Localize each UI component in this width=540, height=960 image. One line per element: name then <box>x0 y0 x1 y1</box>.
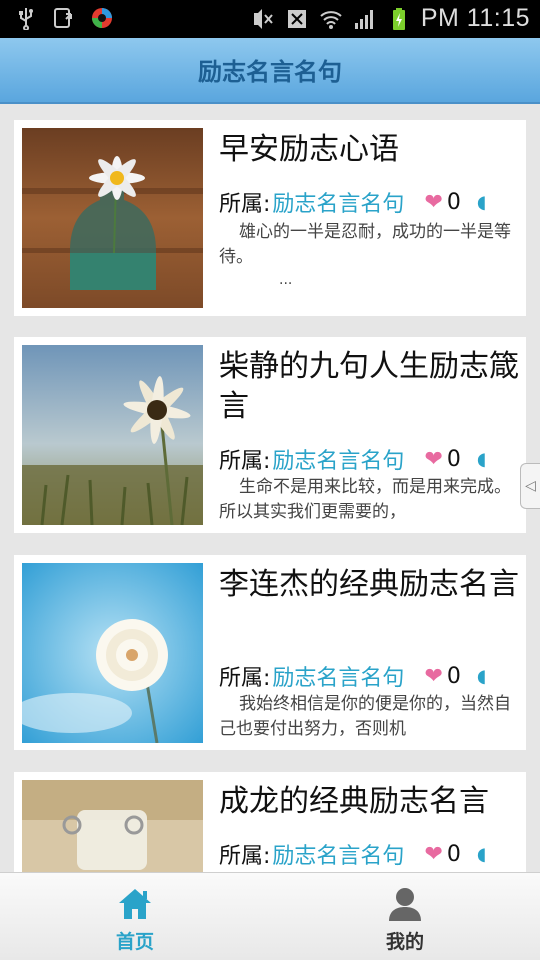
app-notification-icon <box>92 8 112 28</box>
article-thumbnail[interactable] <box>22 345 203 525</box>
comment-icon[interactable]: ◖ <box>477 666 486 687</box>
article-excerpt: 雄心的一半是忍耐，成功的一半是等待。 <box>219 222 511 267</box>
bottom-nav: 首页 我的 <box>0 872 540 960</box>
heart-icon[interactable]: ❤ <box>424 842 442 867</box>
article-title[interactable]: 早安励志心语 <box>219 130 519 170</box>
nav-me-tab[interactable]: 我的 <box>345 887 465 954</box>
excerpt-ellipsis: ... <box>279 272 293 288</box>
category-link[interactable]: 励志名言名句 <box>272 443 404 475</box>
article-meta: 所属: 励志名言名句 ❤ 0 ◖ <box>219 186 486 218</box>
article-title[interactable]: 李连杰的经典励志名言 <box>219 565 519 605</box>
article-meta: 所属: 励志名言名句 ❤ 0 ◖ <box>219 838 486 870</box>
comment-icon[interactable]: ◖ <box>477 192 486 213</box>
article-title[interactable]: 成龙的经典励志名言 <box>219 782 519 822</box>
article-meta: 所属: 励志名言名句 ❤ 0 ◖ <box>219 660 486 692</box>
signal-icon <box>354 9 373 29</box>
battery-charging-icon <box>392 7 405 30</box>
side-drawer-handle[interactable]: ◁ <box>520 463 540 509</box>
category-link[interactable]: 励志名言名句 <box>272 660 404 692</box>
heart-icon[interactable]: ❤ <box>424 447 442 472</box>
wifi-icon <box>320 10 342 29</box>
category-prefix: 所属: <box>219 192 271 217</box>
download-icon <box>54 8 72 28</box>
category-link[interactable]: 励志名言名句 <box>272 186 404 218</box>
nav-me-label: 我的 <box>385 931 424 953</box>
nav-home-label: 首页 <box>115 931 154 953</box>
article-card[interactable]: 李连杰的经典励志名言 所属: 励志名言名句 ❤ 0 ◖ 我始终相信是你的便是你的… <box>14 555 526 750</box>
article-thumbnail[interactable] <box>22 563 203 743</box>
like-count: 0 <box>446 841 461 867</box>
article-excerpt: 我始终相信是你的便是你的，当然自己也要付出努力，否则机 <box>219 694 511 739</box>
app-header: 励志名言名句 <box>0 38 540 104</box>
heart-icon[interactable]: ❤ <box>424 664 442 689</box>
heart-icon[interactable]: ❤ <box>424 190 442 215</box>
comment-icon[interactable]: ◖ <box>477 844 486 865</box>
like-count: 0 <box>446 663 461 689</box>
category-prefix: 所属: <box>219 844 271 869</box>
article-thumbnail[interactable] <box>22 128 203 308</box>
article-title[interactable]: 柴静的九句人生励志箴言 <box>219 347 519 427</box>
usb-icon <box>19 8 33 30</box>
article-card[interactable]: 柴静的九句人生励志箴言 所属: 励志名言名句 ❤ 0 ◖ 生命不是用来比较，而是… <box>14 337 526 533</box>
article-meta: 所属: 励志名言名句 ❤ 0 ◖ <box>219 443 486 475</box>
status-bar: PM 11:15 <box>0 0 540 38</box>
article-thumbnail[interactable] <box>22 780 203 872</box>
article-card[interactable]: 早安励志心语 所属: 励志名言名句 ❤ 0 ◖ 雄心的一半是忍耐，成功的一半是等… <box>14 120 526 316</box>
mute-icon <box>253 8 273 29</box>
nav-home-tab[interactable]: 首页 <box>75 887 195 954</box>
category-prefix: 所属: <box>219 666 271 691</box>
comment-icon[interactable]: ◖ <box>477 449 486 470</box>
article-card[interactable]: 成龙的经典励志名言 所属: 励志名言名句 ❤ 0 ◖ <box>14 772 526 872</box>
home-icon <box>119 889 151 919</box>
category-link[interactable]: 励志名言名句 <box>272 838 404 870</box>
category-prefix: 所属: <box>219 449 271 474</box>
article-list[interactable]: 早安励志心语 所属: 励志名言名句 ❤ 0 ◖ 雄心的一半是忍耐，成功的一半是等… <box>0 104 540 872</box>
status-time: PM 11:15 <box>420 4 530 32</box>
user-icon <box>389 888 421 921</box>
article-excerpt: 生命不是用来比较，而是用来完成。所以其实我们更需要的， <box>219 477 511 522</box>
like-count: 0 <box>446 446 461 472</box>
like-count: 0 <box>446 189 461 215</box>
page-title: 励志名言名句 <box>198 58 342 86</box>
no-sim-icon <box>287 9 306 28</box>
